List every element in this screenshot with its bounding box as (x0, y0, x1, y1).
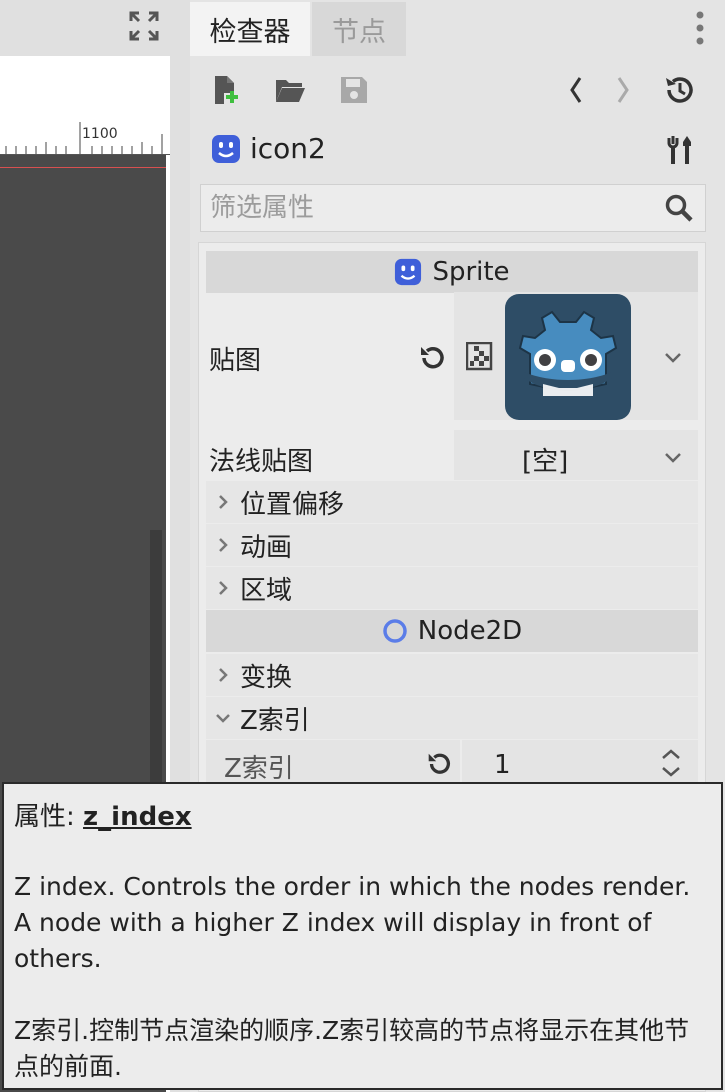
new-resource-icon[interactable] (208, 72, 244, 108)
tooltip-prefix: 属性: (14, 802, 84, 832)
normal-map-dropdown-chevron-icon[interactable] (664, 450, 682, 469)
spinbox-arrows-icon[interactable] (660, 748, 682, 782)
z-index-label: Z索引 (224, 754, 294, 784)
normal-map-value-box[interactable] (454, 430, 698, 480)
node2d-icon (382, 618, 408, 644)
tooltip-description-zh: Z索引.控制节点渲染的顺序.Z索引较高的节点将显示在其他节点的前面. (14, 1016, 690, 1081)
chevron-right-icon (206, 536, 240, 554)
tooltip-description-en: Z index. Controls the order in which the… (14, 872, 691, 973)
group-region[interactable]: 区域 (206, 567, 698, 609)
chevron-right-icon (206, 579, 240, 597)
object-tools-icon[interactable] (662, 132, 698, 168)
sprite-icon (394, 258, 422, 286)
group-offset[interactable]: 位置偏移 (206, 481, 698, 523)
object-name: icon2 (250, 132, 326, 165)
node2d-header-label: Node2D (417, 616, 523, 646)
dock-menu-icon[interactable] (690, 10, 710, 46)
chevron-down-icon (206, 712, 240, 724)
group-animation[interactable]: 动画 (206, 524, 698, 566)
chevron-right-icon (206, 493, 240, 511)
sprite-header-label: Sprite (432, 257, 510, 287)
sprite-section-header: Sprite (206, 251, 698, 293)
open-folder-icon[interactable] (272, 72, 308, 108)
tab-inspector[interactable]: 检查器 (190, 2, 310, 56)
normal-map-label: 法线贴图 (209, 447, 314, 477)
sprite-object-icon (211, 134, 241, 164)
ruler-label: 1100 (82, 126, 118, 142)
group-region-label: 区域 (240, 575, 293, 606)
node2d-section-header: Node2D (206, 610, 698, 652)
tab-node[interactable]: 节点 (312, 2, 406, 56)
tooltip-property-name: z_index (83, 802, 192, 832)
z-index-revert-icon[interactable] (424, 749, 454, 783)
fullscreen-icon[interactable] (128, 10, 160, 42)
property-tooltip: 属性: z_index Z index. Controls the order … (2, 782, 723, 1090)
history-icon[interactable] (661, 72, 697, 108)
canvas-guide-line (0, 167, 166, 168)
chevron-right-icon (206, 666, 240, 684)
history-forward-icon[interactable] (605, 72, 641, 108)
texture-dropdown-chevron-icon[interactable] (664, 350, 682, 369)
save-icon[interactable] (336, 72, 372, 108)
group-animation-label: 动画 (240, 532, 293, 563)
history-back-icon[interactable] (558, 72, 594, 108)
group-z-index-label: Z索引 (240, 705, 310, 736)
godot-texture-preview[interactable] (505, 294, 631, 420)
group-transform-label: 变换 (240, 662, 293, 693)
normal-map-value: [空] (522, 447, 569, 477)
search-icon[interactable] (664, 193, 694, 223)
tooltip-header: 属性: z_index (14, 796, 711, 833)
texture-label: 贴图 (209, 346, 262, 376)
z-index-value: 1 (494, 750, 511, 780)
texture-checker-icon (465, 341, 494, 376)
group-z-index[interactable]: Z索引 (206, 697, 698, 739)
filter-properties-input[interactable] (210, 190, 650, 226)
group-offset-label: 位置偏移 (240, 489, 345, 520)
texture-revert-icon[interactable] (416, 342, 448, 378)
group-transform[interactable]: 变换 (206, 654, 698, 696)
